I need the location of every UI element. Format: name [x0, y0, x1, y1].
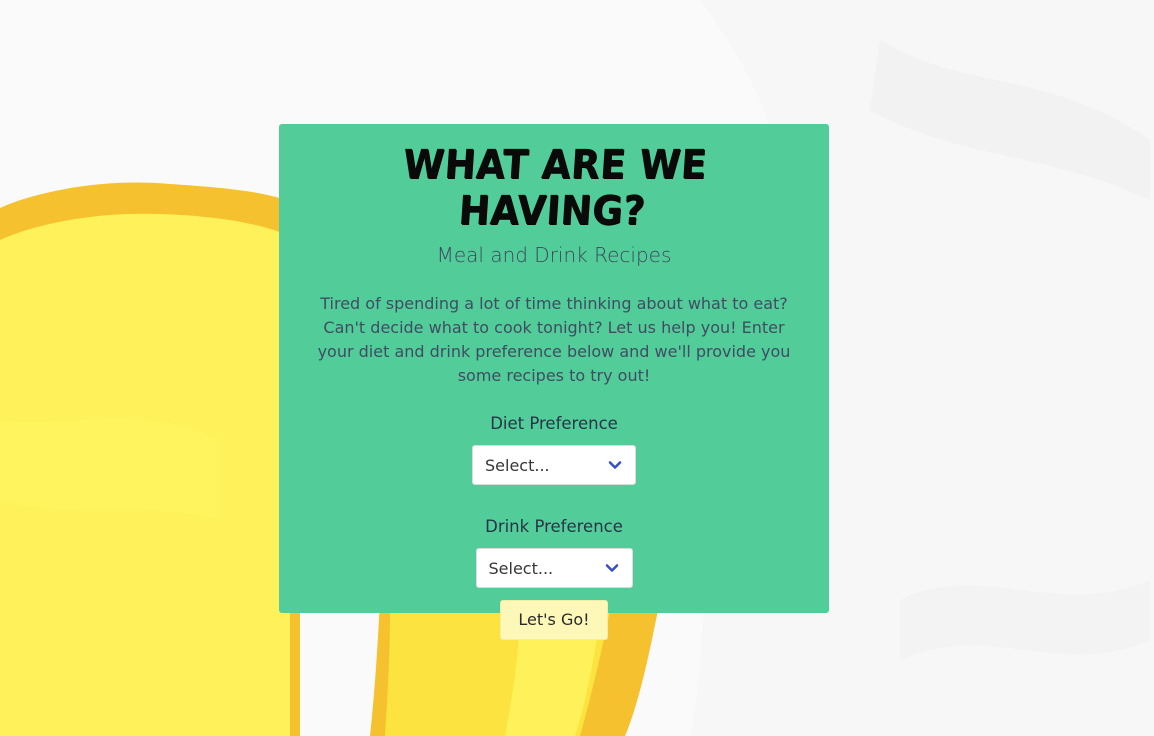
drink-preference-label: Drink Preference: [485, 517, 623, 536]
lets-go-button[interactable]: Let's Go!: [500, 600, 608, 640]
intro-description: Tired of spending a lot of time thinking…: [317, 294, 791, 385]
diet-preference-select[interactable]: Select...: [472, 445, 636, 485]
drink-preference-select[interactable]: Select...: [475, 548, 633, 588]
recipe-finder-card: What Are We Having? Meal and Drink Recip…: [279, 124, 829, 640]
chevron-down-icon: [604, 560, 620, 576]
drink-preference-value: Select...: [488, 558, 554, 578]
chevron-down-icon: [607, 457, 623, 473]
page-title: What Are We Having?: [401, 142, 709, 234]
diet-preference-value: Select...: [485, 455, 550, 475]
diet-preference-label: Diet Preference: [490, 414, 618, 433]
page-subtitle: Meal and Drink Recipes: [436, 243, 672, 267]
